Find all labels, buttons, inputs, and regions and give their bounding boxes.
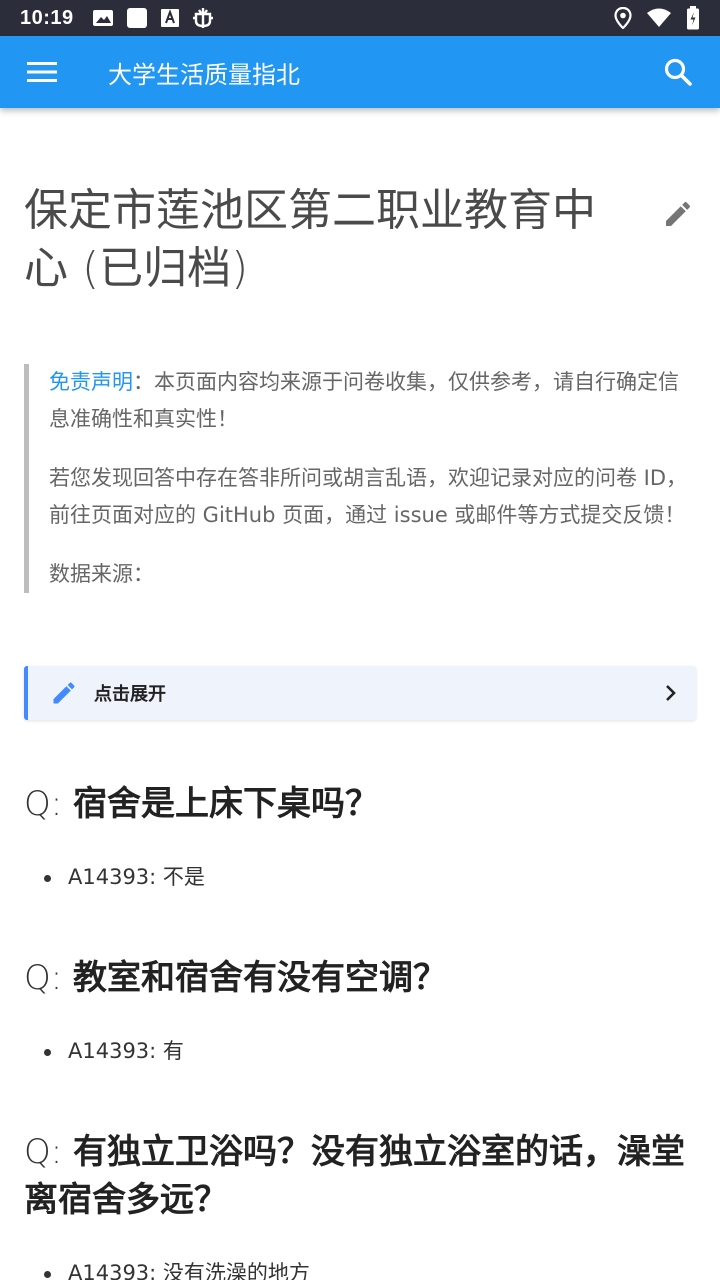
search-icon [664,58,692,86]
location-icon [614,7,632,29]
answer-item: A14393: 不是 [44,862,696,892]
disclaimer-text: ：本页面内容均来源于问卷收集，仅供参考，请自行确定信息准确性和真实性！ [49,370,679,431]
status-right-icons [614,6,700,30]
pencil-icon [50,679,80,707]
question-prefix: Q: [24,784,74,824]
square-icon [126,7,148,29]
page-content[interactable]: 保定市莲池区第二职业教育中心 (已归档) 免责声明：本页面内容均来源于问卷收集，… [0,108,720,1280]
search-button[interactable] [636,36,720,108]
status-bar: 10:19 [0,0,720,36]
edit-page-button[interactable] [658,194,698,234]
qa-item: Q: 教室和宿舍有没有空调？ A14393: 有 [24,954,696,1066]
answer-item: A14393: 没有洗澡的地方 [44,1258,696,1280]
wifi-icon [646,8,672,28]
question-heading: Q: 宿舍是上床下桌吗？ [24,780,696,828]
question-heading: Q: 教室和宿舍有没有空调？ [24,954,696,1002]
question-text: 教室和宿舍有没有空调？ [73,958,448,998]
expand-panel[interactable]: 点击展开 [24,666,696,720]
answer-list: A14393: 不是 [24,862,696,892]
question-heading: Q: 有独立卫浴吗？没有独立浴室的话，澡堂离宿舍多远？ [24,1128,696,1224]
font-icon [160,8,180,28]
battery-icon [686,6,700,30]
answer-item: A14393: 有 [44,1036,696,1066]
menu-button[interactable] [0,36,84,108]
qa-item: Q: 宿舍是上床下桌吗？ A14393: 不是 [24,780,696,892]
question-text: 宿舍是上床下桌吗？ [73,784,380,824]
disclaimer-notice: 免责声明：本页面内容均来源于问卷收集，仅供参考，请自行确定信息准确性和真实性！ … [24,364,696,593]
app-title: 大学生活质量指北 [108,60,300,89]
expand-label: 点击展开 [94,684,166,705]
image-icon [92,8,114,28]
bug-icon [192,6,214,30]
status-time: 10:19 [20,6,74,29]
disclaimer-label: 免责声明 [49,370,133,394]
edit-icon [666,201,691,226]
question-prefix: Q: [24,1132,74,1172]
answer-list: A14393: 没有洗澡的地方 [24,1258,696,1280]
qa-item: Q: 有独立卫浴吗？没有独立浴室的话，澡堂离宿舍多远？ A14393: 没有洗澡… [24,1128,696,1280]
question-text: 有独立卫浴吗？没有独立浴室的话，澡堂离宿舍多远？ [24,1132,686,1220]
answer-list: A14393: 有 [24,1036,696,1066]
status-left-icons [92,6,214,30]
chevron-right-icon [664,683,678,703]
page-title: 保定市莲池区第二职业教育中心 (已归档) [24,185,596,294]
disclaimer-paragraph: 免责声明：本页面内容均来源于问卷收集，仅供参考，请自行确定信息准确性和真实性！ [49,364,696,438]
feedback-paragraph: 若您发现回答中存在答非所问或胡言乱语，欢迎记录对应的问卷 ID，前往页面对应的 … [49,466,688,527]
question-prefix: Q: [24,958,74,998]
app-bar: 大学生活质量指北 [0,36,720,108]
menu-icon [27,62,57,82]
source-paragraph: 数据来源： [49,562,154,586]
